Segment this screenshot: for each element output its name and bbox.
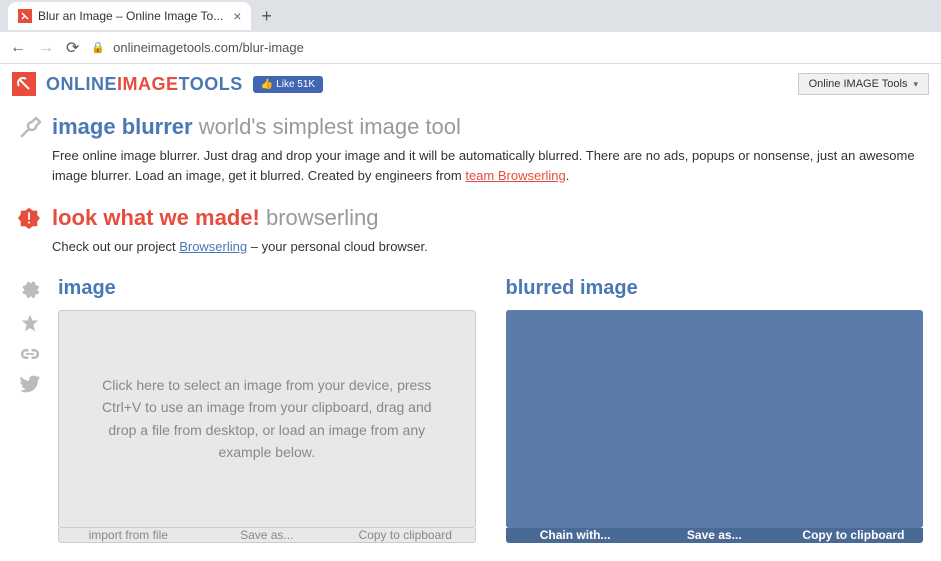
page-body: ONLINEIMAGETOOLS 👍 Like 51K Online IMAGE… xyxy=(0,64,941,561)
copy-output-button[interactable]: Copy to clipboard xyxy=(784,528,923,543)
intro-title-sub: world's simplest image tool xyxy=(199,114,461,139)
side-toolbar xyxy=(18,277,42,543)
intro-text-after: . xyxy=(566,168,570,183)
thumb-icon: 👍 xyxy=(261,79,273,90)
output-panel: blurred image Chain with... Save as... C… xyxy=(506,277,924,543)
brand-part-online: ONLINE xyxy=(46,74,117,94)
output-title: blurred image xyxy=(506,277,924,300)
intro-section: image blurrer world's simplest image too… xyxy=(18,114,923,185)
input-title: image xyxy=(58,277,476,300)
reload-icon[interactable]: ⟳ xyxy=(66,38,79,58)
input-actions: import from file Save as... Copy to clip… xyxy=(58,528,476,543)
url-bar[interactable]: 🔒 onlineimagetools.com/blur-image xyxy=(91,40,931,55)
promo-title-sub: browserling xyxy=(266,205,379,230)
back-icon[interactable]: ← xyxy=(10,39,26,57)
promo-title-main: look what we made! xyxy=(52,205,260,230)
save-input-button[interactable]: Save as... xyxy=(198,528,337,542)
browserling-link[interactable]: Browserling xyxy=(179,239,247,254)
promo-text-before: Check out our project xyxy=(52,239,179,254)
intro-body: image blurrer world's simplest image too… xyxy=(52,114,923,185)
favicon xyxy=(18,9,32,23)
lock-icon: 🔒 xyxy=(91,41,105,54)
chain-button[interactable]: Chain with... xyxy=(506,528,645,543)
url-text: onlineimagetools.com/blur-image xyxy=(113,40,304,55)
tool-area: image Click here to select an image from… xyxy=(18,277,923,543)
promo-body: look what we made! browserling Check out… xyxy=(52,205,923,257)
fb-like-text: Like 51K xyxy=(276,79,315,90)
link-icon[interactable] xyxy=(20,347,40,361)
dropzone-text: Click here to select an image from your … xyxy=(87,374,447,464)
output-box[interactable] xyxy=(506,310,924,528)
wrench-icon xyxy=(18,116,42,185)
promo-text-after: – your personal cloud browser. xyxy=(247,239,428,254)
panels: image Click here to select an image from… xyxy=(58,277,923,543)
intro-title-main: image blurrer xyxy=(52,114,193,139)
nav-bar: ← → ⟳ 🔒 onlineimagetools.com/blur-image xyxy=(0,32,941,64)
intro-heading: image blurrer world's simplest image too… xyxy=(52,114,923,140)
site-header: ONLINEIMAGETOOLS 👍 Like 51K Online IMAGE… xyxy=(0,64,941,104)
brand[interactable]: ONLINEIMAGETOOLS xyxy=(46,74,243,95)
browser-chrome: Blur an Image – Online Image To... × + ←… xyxy=(0,0,941,64)
dropzone[interactable]: Click here to select an image from your … xyxy=(58,310,476,528)
promo-heading: look what we made! browserling xyxy=(52,205,923,231)
twitter-icon[interactable] xyxy=(20,375,40,393)
header-left: ONLINEIMAGETOOLS 👍 Like 51K xyxy=(12,72,323,96)
gear-icon[interactable] xyxy=(20,279,40,299)
brand-part-tools: TOOLS xyxy=(179,74,243,94)
promo-section: look what we made! browserling Check out… xyxy=(18,205,923,257)
brand-part-image: IMAGE xyxy=(117,74,179,94)
import-button[interactable]: import from file xyxy=(59,528,198,542)
alert-icon xyxy=(18,207,42,257)
output-actions: Chain with... Save as... Copy to clipboa… xyxy=(506,528,924,543)
intro-text: Free online image blurrer. Just drag and… xyxy=(52,146,923,185)
copy-input-button[interactable]: Copy to clipboard xyxy=(336,528,475,542)
content: image blurrer world's simplest image too… xyxy=(0,104,941,543)
tab-bar: Blur an Image – Online Image To... × + xyxy=(0,0,941,32)
new-tab-button[interactable]: + xyxy=(261,6,272,27)
fb-like-button[interactable]: 👍 Like 51K xyxy=(253,76,323,93)
save-output-button[interactable]: Save as... xyxy=(645,528,784,543)
promo-text: Check out our project Browserling – your… xyxy=(52,237,923,257)
tools-menu-label: Online IMAGE Tools xyxy=(809,78,908,90)
forward-icon[interactable]: → xyxy=(38,39,54,57)
close-tab-icon[interactable]: × xyxy=(233,8,241,24)
input-panel: image Click here to select an image from… xyxy=(58,277,476,543)
browser-tab[interactable]: Blur an Image – Online Image To... × xyxy=(8,2,251,30)
logo-icon[interactable] xyxy=(12,72,36,96)
tab-title: Blur an Image – Online Image To... xyxy=(38,9,223,23)
tools-menu-button[interactable]: Online IMAGE Tools xyxy=(798,73,929,95)
star-icon[interactable] xyxy=(20,313,40,333)
browserling-team-link[interactable]: team Browserling xyxy=(465,168,565,183)
